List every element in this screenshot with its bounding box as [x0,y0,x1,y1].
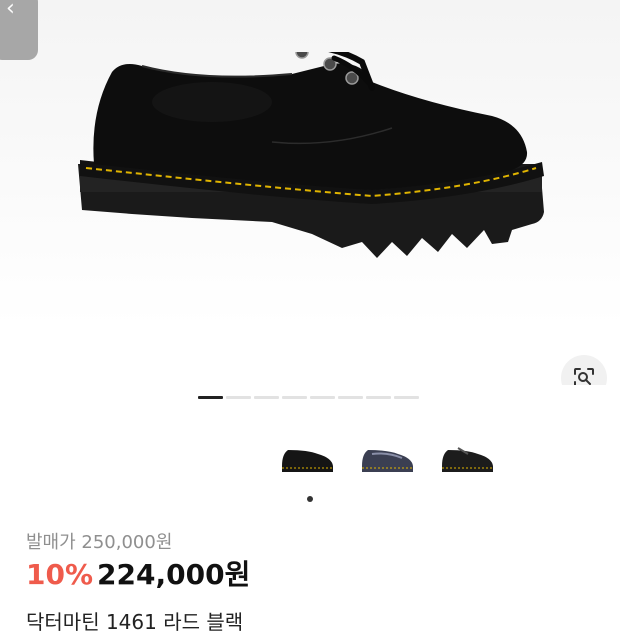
pager-dot[interactable] [198,396,223,399]
pager-dot[interactable] [254,396,279,399]
variant-selected-indicator [307,496,313,502]
variant-thumbnail-black-smooth[interactable] [278,438,336,478]
gallery-pager [198,396,419,399]
pager-dot[interactable] [366,396,391,399]
back-icon: ‹ [6,0,15,21]
back-button[interactable]: ‹ [0,0,38,60]
pager-dot[interactable] [226,396,251,399]
product-image-gallery[interactable]: ‹ [0,0,620,385]
variant-thumbnail-navy-patent[interactable] [358,438,416,478]
sale-price: 224,000원 [97,558,251,591]
pager-dot[interactable] [394,396,419,399]
price-row: 10% 224,000원 [26,553,250,593]
lens-search-button[interactable] [561,355,607,385]
variant-thumbnail-black-classic[interactable] [438,438,496,478]
discount-rate: 10% [26,558,94,591]
product-name: 닥터마틴 1461 라드 블랙 [26,610,244,634]
pager-dot[interactable] [338,396,363,399]
variant-thumbnails [278,438,496,478]
lens-search-icon [574,368,594,385]
product-main-image [78,52,544,258]
list-price: 발매가 250,000원 [26,532,173,553]
pager-dot[interactable] [310,396,335,399]
pager-dot[interactable] [282,396,307,399]
